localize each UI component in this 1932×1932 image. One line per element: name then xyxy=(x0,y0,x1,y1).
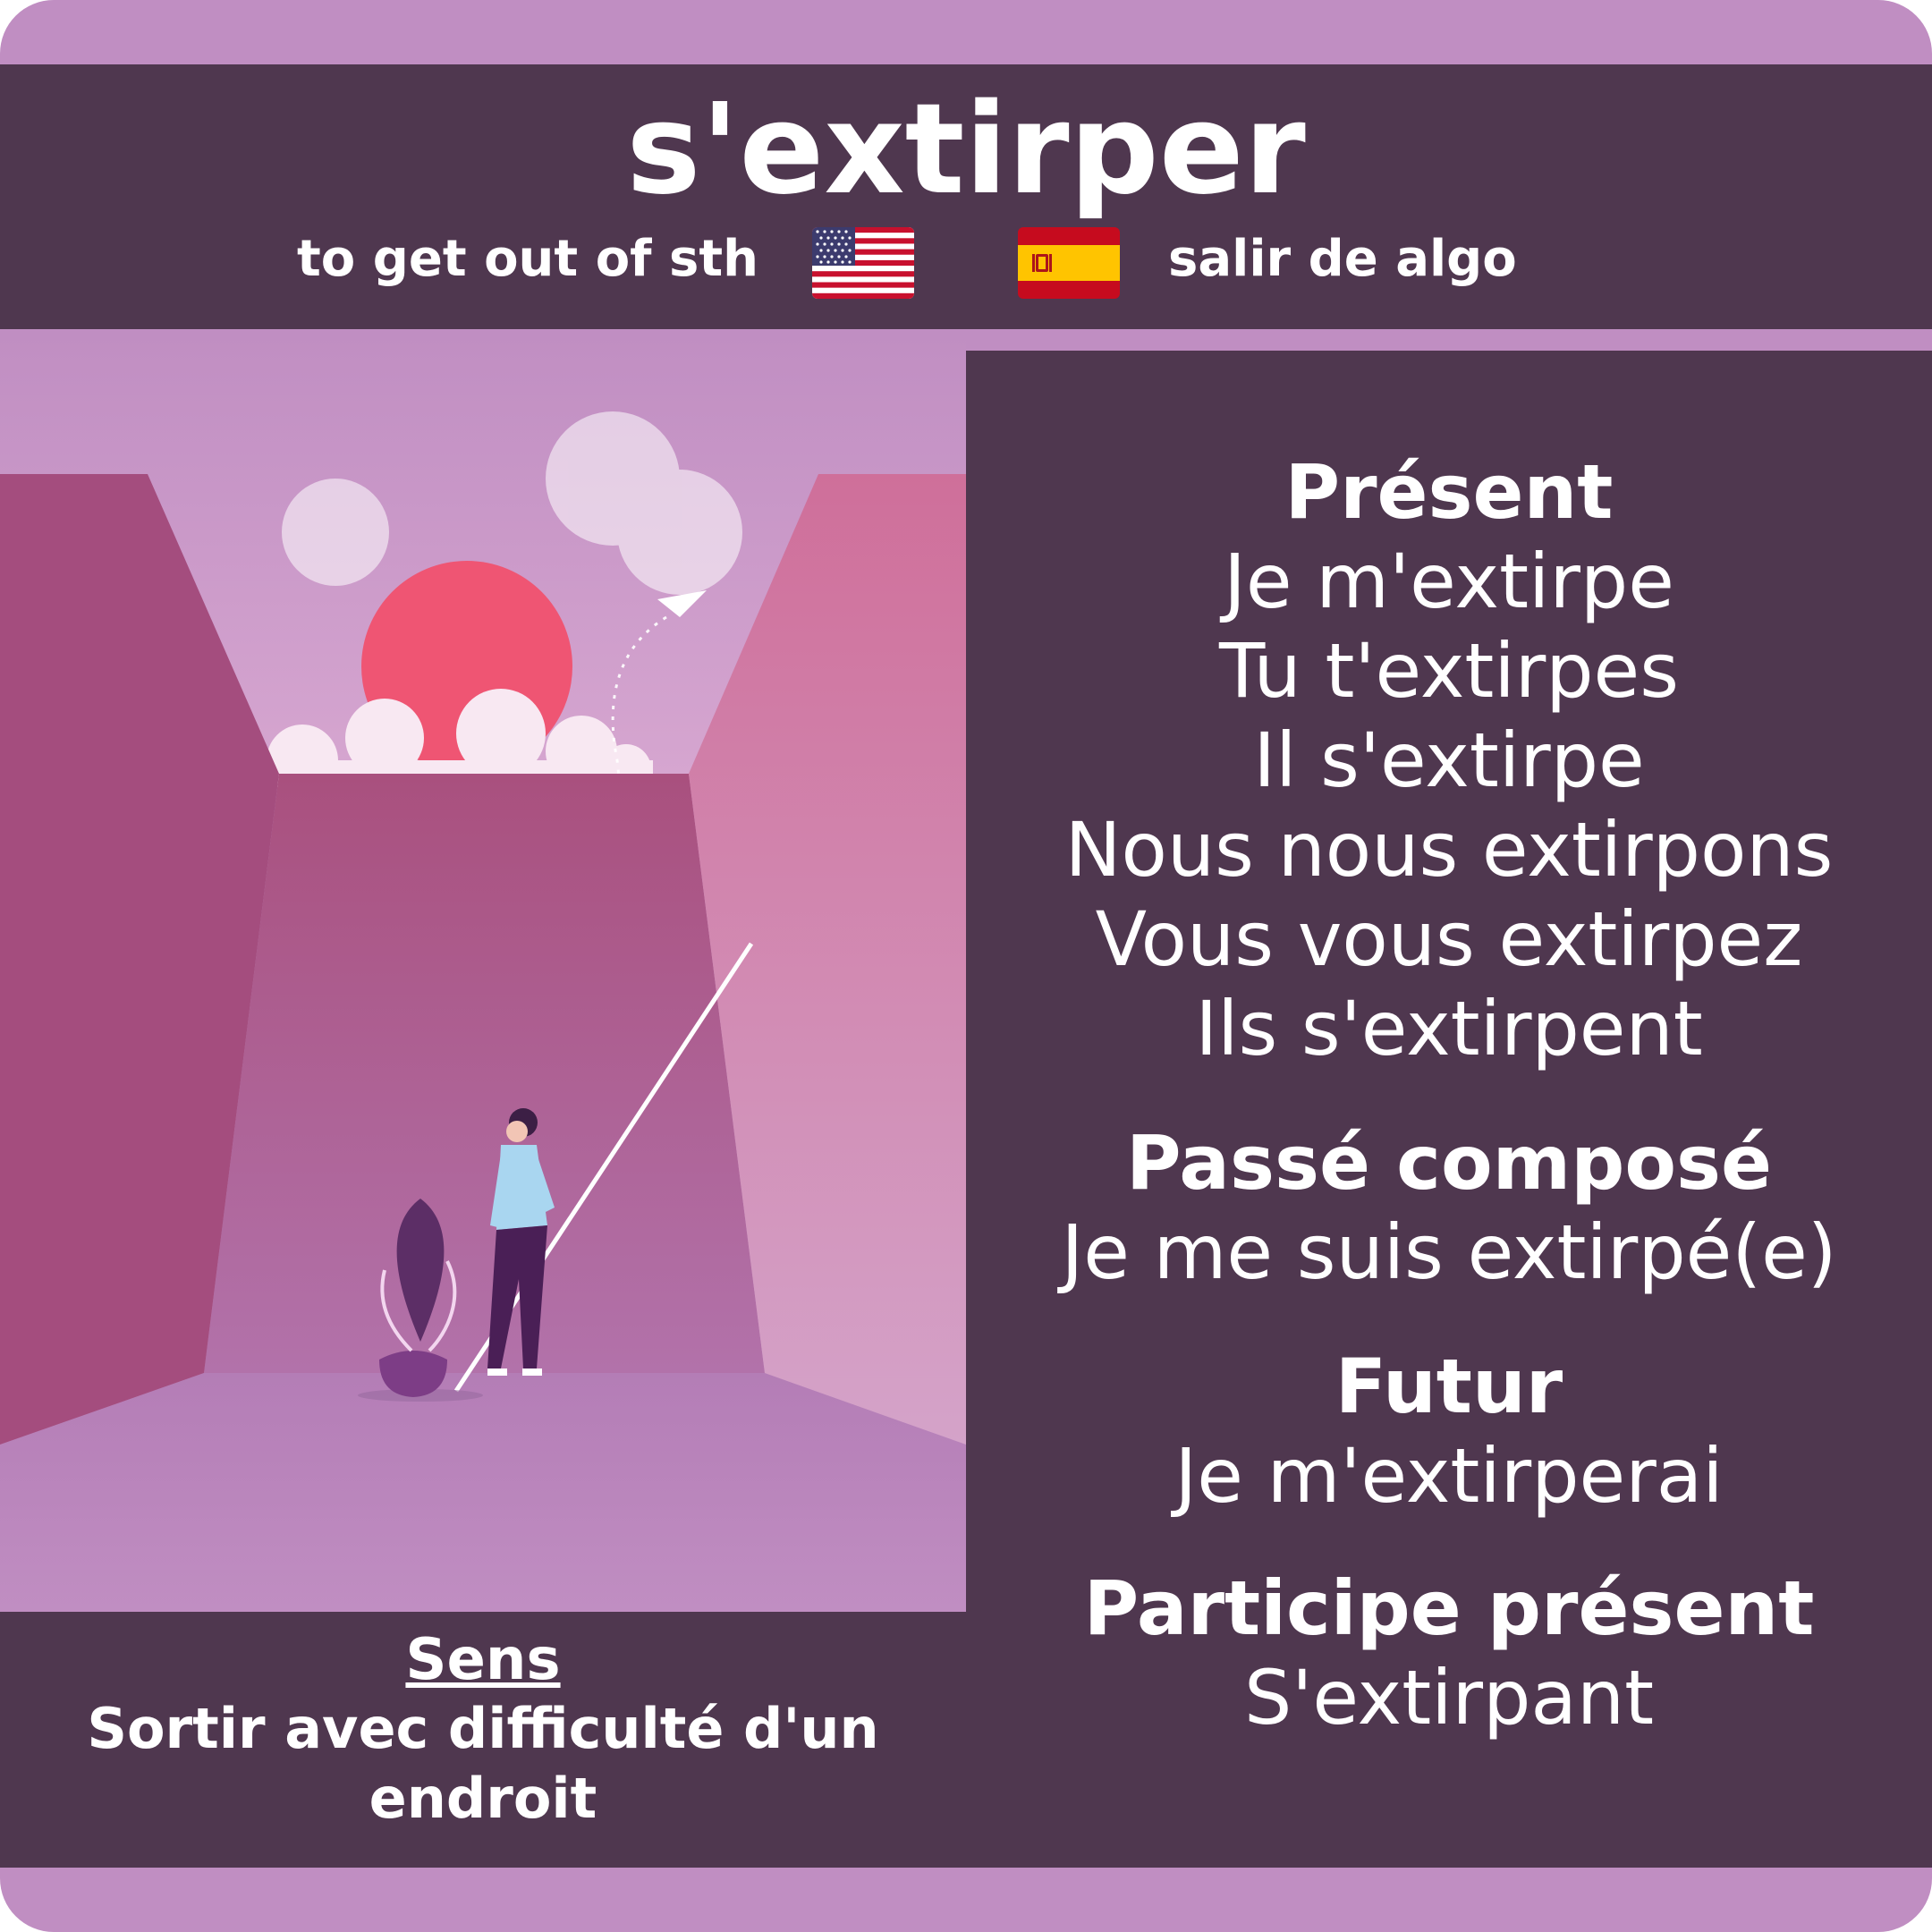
spanish-translation: salir de algo xyxy=(1168,230,1517,288)
passe-compose-title: Passé composé xyxy=(1125,1119,1773,1207)
participe-present-title: Participe présent xyxy=(1083,1564,1815,1652)
passe-compose-section: Passé composé Je me suis extirpé(e) xyxy=(966,1118,1932,1297)
participe-present-form: S'extirpant xyxy=(1243,1654,1655,1741)
present-form-ils: Ils s'extirpent xyxy=(1195,985,1703,1072)
flashcard: s'extirper to get out of sth salir de al… xyxy=(0,0,1932,1932)
illustration xyxy=(0,331,966,1612)
english-translation: to get out of sth xyxy=(297,230,758,288)
present-form-nous: Nous nous extirpons xyxy=(1064,806,1834,894)
meaning-label: Sens xyxy=(405,1627,561,1693)
futur-section: Futur Je m'extirperai xyxy=(966,1342,1932,1521)
present-form-tu: Tu t'extirpes xyxy=(1218,627,1679,715)
present-title: Présent xyxy=(1284,448,1614,536)
present-form-il: Il s'extirpe xyxy=(1253,716,1645,804)
spain-flag-icon xyxy=(1018,227,1120,299)
present-form-vous: Vous vous extirpez xyxy=(1095,895,1803,983)
meaning-text: Sortir avec difficulté d'un endroit xyxy=(87,1696,879,1831)
futur-title: Futur xyxy=(1335,1343,1563,1430)
participe-present-section: Participe présent S'extirpant xyxy=(966,1563,1932,1742)
us-flag-icon xyxy=(812,227,914,299)
verb-title: s'extirper xyxy=(626,77,1306,223)
passe-compose-form: Je me suis extirpé(e) xyxy=(1061,1208,1837,1296)
present-form-je: Je m'extirpe xyxy=(1224,538,1674,625)
futur-form: Je m'extirperai xyxy=(1174,1432,1724,1520)
present-section: Présent Je m'extirpe Tu t'extirpes Il s'… xyxy=(966,447,1932,1073)
